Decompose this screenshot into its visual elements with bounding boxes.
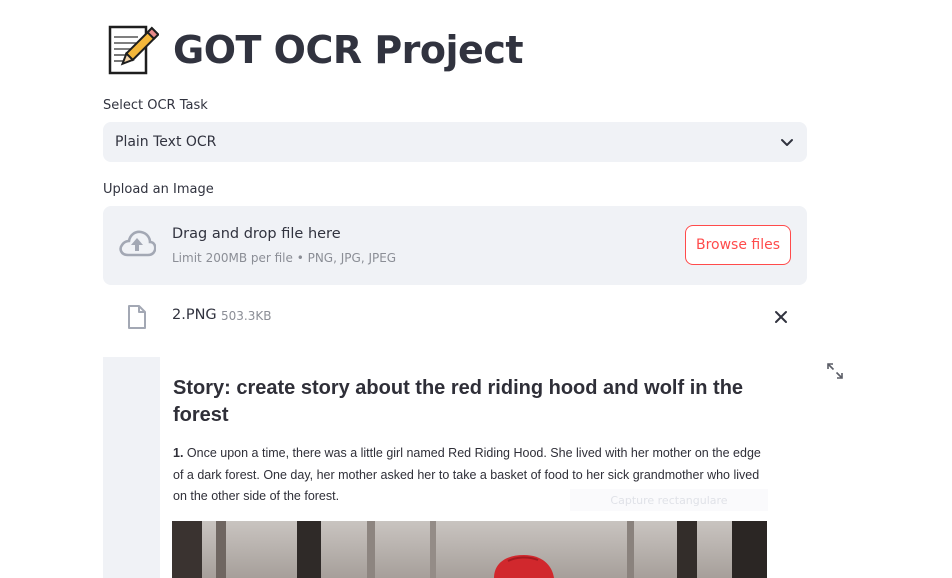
- file-icon: [128, 305, 146, 329]
- cloud-upload-icon: [119, 230, 156, 257]
- chevron-down-icon: [781, 139, 793, 146]
- document-title: Story: create story about the red riding…: [173, 377, 744, 426]
- forest-illustration: [172, 521, 767, 578]
- image-preview: Story: create story about the red riding…: [103, 357, 803, 578]
- upload-label: Upload an Image: [103, 182, 214, 197]
- fullscreen-expand-icon[interactable]: [826, 362, 844, 380]
- ocr-task-select-value: Plain Text OCR: [115, 134, 217, 150]
- uploaded-file-size: 503.3KB: [221, 309, 272, 323]
- file-dropzone[interactable]: Drag and drop file here Limit 200MB per …: [103, 206, 807, 285]
- capture-overlay: Capture rectangulare: [570, 489, 768, 511]
- dropzone-limit-text: Limit 200MB per file • PNG, JPG, JPEG: [172, 251, 397, 265]
- ocr-task-select[interactable]: Plain Text OCR: [103, 122, 807, 162]
- browse-files-button[interactable]: Browse files: [685, 225, 791, 265]
- page-title: GOT OCR Project: [173, 28, 524, 72]
- uploaded-file-item: 2.PNG 503.3KB: [103, 300, 807, 334]
- page-header: GOT OCR Project: [103, 22, 524, 78]
- paragraph-number: 1.: [173, 446, 184, 460]
- memo-pencil-icon: [108, 25, 159, 75]
- uploaded-image-content: Story: create story about the red riding…: [160, 357, 787, 578]
- remove-file-close-icon[interactable]: [773, 309, 789, 325]
- task-select-label: Select OCR Task: [103, 98, 208, 113]
- canvas-gutter: [103, 357, 160, 578]
- uploaded-file-name: 2.PNG: [172, 307, 217, 323]
- dropzone-instructions: Drag and drop file here: [172, 226, 341, 242]
